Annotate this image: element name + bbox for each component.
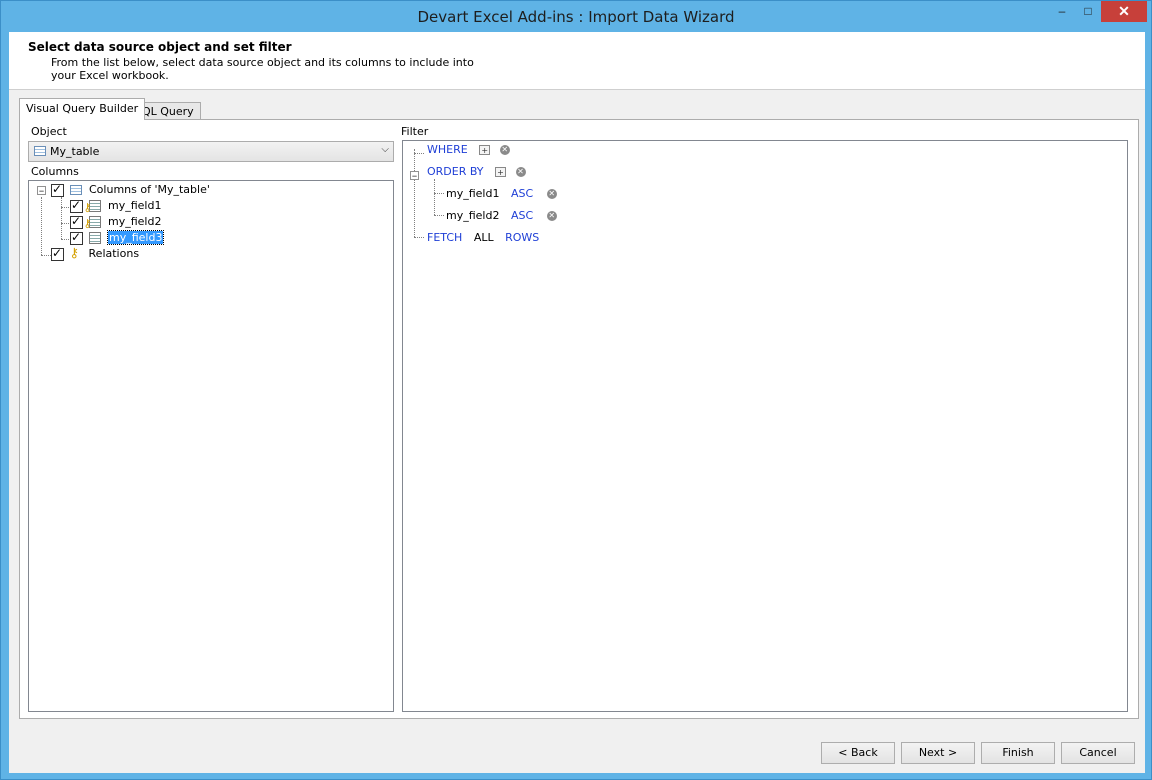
- order-direction[interactable]: ASC: [511, 209, 533, 222]
- order-field[interactable]: my_field1: [446, 187, 499, 200]
- next-button[interactable]: Next >: [901, 742, 975, 764]
- window-title: Devart Excel Add-ins : Import Data Wizar…: [417, 8, 735, 26]
- filter-builder: − WHERE + ✕ ORDER BY + ✕ my_field1 ASC ✕: [402, 140, 1128, 712]
- where-clause: WHERE + ✕: [427, 142, 510, 158]
- remove-icon[interactable]: ✕: [546, 211, 557, 221]
- checkbox-checked-icon[interactable]: [70, 213, 83, 229]
- checkbox-checked-icon[interactable]: [70, 229, 83, 245]
- order-direction[interactable]: ASC: [511, 187, 533, 200]
- back-button[interactable]: < Back: [821, 742, 895, 764]
- checkbox-checked-icon[interactable]: [51, 245, 64, 261]
- cancel-button[interactable]: Cancel: [1061, 742, 1135, 764]
- columns-label: Columns: [31, 165, 79, 178]
- order-item-2: my_field2 ASC ✕: [446, 208, 557, 224]
- remove-icon[interactable]: ✕: [515, 167, 526, 177]
- collapse-icon[interactable]: −: [410, 171, 419, 181]
- tree-item-my-field2[interactable]: ⚷ my_field2: [70, 213, 162, 230]
- step-title: Select data source object and set filter: [28, 40, 292, 54]
- key-icon: ⚷: [69, 246, 80, 261]
- key-field-icon: ⚷: [84, 200, 101, 213]
- tree-item-label: my_field2: [108, 215, 162, 228]
- tree-item-label: Columns of 'My_table': [89, 183, 210, 196]
- title-bar: Devart Excel Add-ins : Import Data Wizar…: [1, 1, 1151, 32]
- tree-item-my-field1[interactable]: ⚷ my_field1: [70, 197, 162, 214]
- maximize-button[interactable]: □: [1075, 1, 1101, 22]
- order-by-clause: ORDER BY + ✕: [427, 164, 526, 180]
- minimize-button[interactable]: –: [1049, 1, 1075, 22]
- where-keyword[interactable]: WHERE: [427, 143, 468, 156]
- tab-visual-query-builder[interactable]: Visual Query Builder: [19, 98, 146, 120]
- step-description: From the list below, select data source …: [51, 56, 474, 82]
- finish-button[interactable]: Finish: [981, 742, 1055, 764]
- table-icon: [69, 185, 82, 195]
- columns-tree: − Columns of 'My_table' ⚷ my_field1 ⚷ my…: [28, 180, 394, 712]
- object-select[interactable]: My_table ⌵: [28, 141, 394, 162]
- wizard-header: Select data source object and set filter…: [9, 32, 1145, 90]
- order-by-keyword[interactable]: ORDER BY: [427, 165, 484, 178]
- chevron-down-icon: ⌵: [381, 144, 389, 155]
- visual-query-builder-panel: Object My_table ⌵ Columns − Columns of '…: [19, 119, 1139, 719]
- fetch-keyword: FETCH: [427, 231, 463, 244]
- checkbox-checked-icon[interactable]: [51, 181, 64, 197]
- fetch-rows-keyword[interactable]: ROWS: [505, 231, 539, 244]
- add-order-icon[interactable]: +: [495, 167, 507, 177]
- tree-item-relations[interactable]: ⚷ Relations: [51, 245, 140, 262]
- filter-label: Filter: [401, 125, 429, 138]
- fetch-all-value[interactable]: ALL: [474, 231, 494, 244]
- add-condition-icon[interactable]: +: [479, 145, 491, 155]
- key-field-icon: ⚷: [84, 216, 101, 229]
- remove-icon[interactable]: ✕: [546, 189, 557, 199]
- collapse-icon[interactable]: −: [37, 186, 46, 196]
- order-item-1: my_field1 ASC ✕: [446, 186, 557, 202]
- close-button[interactable]: ✕: [1101, 1, 1147, 22]
- order-field[interactable]: my_field2: [446, 209, 499, 222]
- checkbox-checked-icon[interactable]: [70, 197, 83, 213]
- import-data-wizard-window: Devart Excel Add-ins : Import Data Wizar…: [0, 0, 1152, 780]
- tree-item-my-field3[interactable]: my_field3: [70, 229, 165, 246]
- object-label: Object: [31, 125, 67, 138]
- fetch-clause: FETCH ALL ROWS: [427, 230, 539, 246]
- tree-item-label: my_field1: [108, 199, 162, 212]
- remove-icon[interactable]: ✕: [499, 145, 510, 155]
- wizard-client-area: Select data source object and set filter…: [9, 32, 1145, 773]
- tree-item-label: Relations: [88, 247, 140, 260]
- table-icon: [34, 146, 46, 156]
- tree-item-label-selected: my_field3: [106, 230, 165, 245]
- object-select-value: My_table: [50, 145, 100, 158]
- field-icon: [88, 232, 101, 244]
